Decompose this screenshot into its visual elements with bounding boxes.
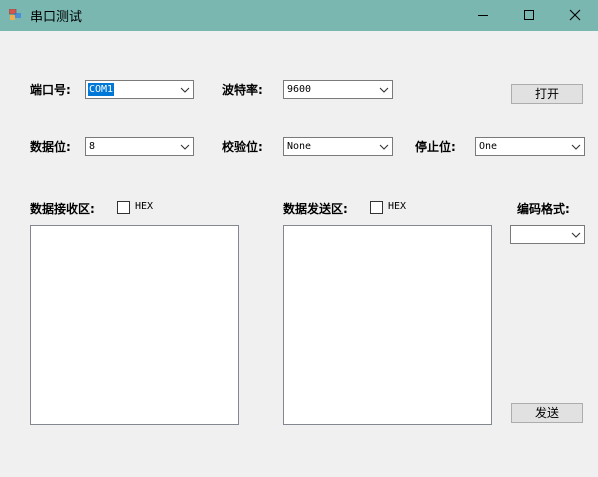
send-textarea[interactable] xyxy=(283,225,492,425)
app-icon xyxy=(9,9,21,20)
minimize-icon xyxy=(478,15,488,16)
parity-value: None xyxy=(287,141,312,152)
receive-textarea[interactable] xyxy=(30,225,239,425)
baud-combo[interactable]: 9600 xyxy=(283,80,393,99)
window-title: 串口测试 xyxy=(30,10,83,25)
title-bar: 串口测试 xyxy=(0,0,598,31)
close-icon xyxy=(569,9,581,21)
send-hex-checkbox[interactable] xyxy=(370,201,383,214)
port-combo[interactable]: COM1 xyxy=(85,80,194,99)
send-hex-label: HEX xyxy=(388,201,407,212)
parity-combo[interactable]: None xyxy=(283,137,393,156)
port-label: 端口号: xyxy=(30,83,71,97)
open-button[interactable]: 打开 xyxy=(511,84,583,104)
stopbits-value: One xyxy=(479,141,498,152)
chevron-down-icon xyxy=(571,144,581,150)
databits-value: 8 xyxy=(89,141,96,152)
chevron-down-icon xyxy=(571,232,581,238)
close-button[interactable] xyxy=(552,0,598,31)
receive-hex-label: HEX xyxy=(135,201,154,212)
send-label: 数据发送区: xyxy=(283,202,348,216)
chevron-down-icon xyxy=(180,144,190,150)
chevron-down-icon xyxy=(180,87,190,93)
stopbits-label: 停止位: xyxy=(415,140,456,154)
maximize-button[interactable] xyxy=(506,0,552,31)
baud-value: 9600 xyxy=(287,84,312,95)
baud-label: 波特率: xyxy=(222,83,263,97)
receive-label: 数据接收区: xyxy=(30,202,95,216)
parity-label: 校验位: xyxy=(222,140,263,154)
maximize-icon xyxy=(524,10,534,20)
chevron-down-icon xyxy=(379,87,389,93)
receive-hex-checkbox[interactable] xyxy=(117,201,130,214)
form-client-area: 端口号: COM1 波特率: 9600 打开 数据位: 8 校验位: None … xyxy=(0,31,598,477)
chevron-down-icon xyxy=(379,144,389,150)
minimize-button[interactable] xyxy=(460,0,506,31)
stopbits-combo[interactable]: One xyxy=(475,137,585,156)
port-value: COM1 xyxy=(88,83,115,96)
databits-combo[interactable]: 8 xyxy=(85,137,194,156)
databits-label: 数据位: xyxy=(30,140,71,154)
send-button[interactable]: 发送 xyxy=(511,403,583,423)
encoding-label: 编码格式: xyxy=(517,202,570,216)
encoding-combo[interactable] xyxy=(510,225,585,244)
